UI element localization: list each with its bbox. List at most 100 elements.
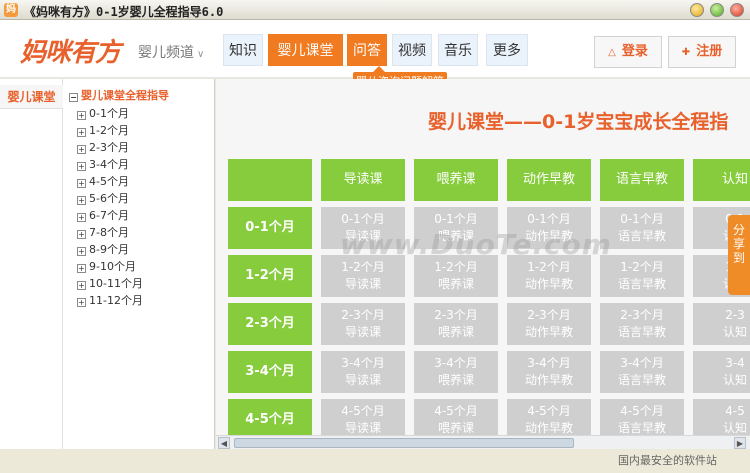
expand-icon[interactable]: + <box>77 111 86 120</box>
tree-root[interactable]: − 婴儿课堂全程指导 <box>69 87 169 103</box>
cell-course: 导读课 <box>344 373 381 387</box>
login-icon: △ <box>608 47 616 58</box>
expand-icon[interactable]: + <box>77 230 86 239</box>
tree-item[interactable]: +5-6个月 <box>77 190 129 206</box>
expand-icon[interactable]: + <box>77 213 86 222</box>
login-button[interactable]: △ 登录 <box>594 36 662 68</box>
tree-item-label: 9-10个月 <box>89 260 136 273</box>
nav-more[interactable]: 更多 <box>486 34 528 66</box>
cell-course: 语言早教 <box>617 229 666 243</box>
course-cell[interactable]: 1-2个月 喂养课 <box>414 255 498 297</box>
app-icon: 妈 <box>4 3 18 17</box>
expand-icon[interactable]: + <box>77 128 86 137</box>
tree-item-label: 6-7个月 <box>89 209 129 222</box>
course-cell[interactable]: 2-3个月 语言早教 <box>600 303 684 345</box>
course-cell[interactable]: 4-5个月 动作早教 <box>507 399 591 435</box>
minimize-button[interactable] <box>690 3 704 17</box>
course-cell[interactable]: 3-4个月 动作早教 <box>507 351 591 393</box>
tree-item[interactable]: +9-10个月 <box>77 258 136 274</box>
expand-icon[interactable]: + <box>77 145 86 154</box>
course-cell[interactable]: 1-2个月 导读课 <box>321 255 405 297</box>
corner-cell <box>228 159 312 201</box>
course-cell[interactable]: 3-4个月 语言早教 <box>600 351 684 393</box>
tree-item[interactable]: +0-1个月 <box>77 105 129 121</box>
course-cell[interactable]: 4-5 认知 <box>693 399 750 435</box>
expand-icon[interactable]: + <box>77 196 86 205</box>
scroll-thumb[interactable] <box>234 438 574 448</box>
tree-item[interactable]: +8-9个月 <box>77 241 129 257</box>
column-header: 动作早教 <box>507 159 591 201</box>
nav-music[interactable]: 音乐 <box>438 34 478 66</box>
nav-baby-class[interactable]: 婴儿课堂 <box>268 34 343 66</box>
scroll-left-icon[interactable]: ◀ <box>218 437 230 449</box>
cell-course: 动作早教 <box>524 373 573 387</box>
expand-icon[interactable]: + <box>77 247 86 256</box>
scroll-right-icon[interactable]: ▶ <box>734 437 746 449</box>
register-button[interactable]: ✚ 注册 <box>668 36 736 68</box>
course-cell[interactable]: 1-2个月 动作早教 <box>507 255 591 297</box>
course-cell[interactable]: 2-3个月 动作早教 <box>507 303 591 345</box>
tree-item[interactable]: +2-3个月 <box>77 139 129 155</box>
course-cell[interactable]: 4-5个月 语言早教 <box>600 399 684 435</box>
tree-item[interactable]: +4-5个月 <box>77 173 129 189</box>
expand-icon[interactable]: + <box>77 281 86 290</box>
row-header: 3-4个月 <box>228 351 312 393</box>
cell-course: 导读课 <box>344 277 381 291</box>
watermark: www.DuoTe.com <box>340 228 612 261</box>
cell-course: 喂养课 <box>437 421 474 435</box>
course-tree: − 婴儿课堂全程指导 +0-1个月 +1-2个月 +2-3个月 +3-4个月 +4… <box>63 79 215 449</box>
channel-selector[interactable]: 婴儿频道 ∨ <box>138 42 204 62</box>
nav-qa[interactable]: 问答 <box>347 34 387 66</box>
cell-course: 语言早教 <box>617 325 666 339</box>
course-cell[interactable]: 4-5个月 导读课 <box>321 399 405 435</box>
share-label: 分享到 <box>733 223 746 265</box>
cell-month: 4-5 <box>725 404 745 418</box>
tree-item-label: 2-3个月 <box>89 141 129 154</box>
course-cell[interactable]: 1-2个月 语言早教 <box>600 255 684 297</box>
logo[interactable]: 妈咪有方 <box>20 32 121 69</box>
cell-course: 认知 <box>722 421 747 435</box>
tree-item[interactable]: +1-2个月 <box>77 122 129 138</box>
horizontal-scrollbar[interactable]: ◀ ▶ <box>216 435 750 449</box>
tree-item[interactable]: +10-11个月 <box>77 275 143 291</box>
nav-knowledge[interactable]: 知识 <box>223 34 263 66</box>
collapse-icon[interactable]: − <box>69 93 78 102</box>
expand-icon[interactable]: + <box>77 179 86 188</box>
column-header: 导读课 <box>321 159 405 201</box>
row-header: 4-5个月 <box>228 399 312 435</box>
nav-video[interactable]: 视频 <box>392 34 432 66</box>
expand-icon[interactable]: + <box>77 298 86 307</box>
cell-month: 0-1个月 <box>527 212 571 226</box>
tab-baby-class[interactable]: 婴儿课堂 <box>0 85 63 109</box>
row-header: 2-3个月 <box>228 303 312 345</box>
cell-month: 1-2个月 <box>434 260 478 274</box>
expand-icon[interactable]: + <box>77 264 86 273</box>
column-header: 喂养课 <box>414 159 498 201</box>
course-cell[interactable]: 3-4个月 导读课 <box>321 351 405 393</box>
left-tab-strip: 婴儿课堂 <box>0 79 63 449</box>
tree-item[interactable]: +6-7个月 <box>77 207 129 223</box>
cell-course: 语言早教 <box>617 373 666 387</box>
course-cell[interactable]: 2-3 认知 <box>693 303 750 345</box>
column-header: 语言早教 <box>600 159 684 201</box>
course-cell[interactable]: 2-3个月 导读课 <box>321 303 405 345</box>
course-cell[interactable]: 2-3个月 喂养课 <box>414 303 498 345</box>
cell-course: 导读课 <box>344 421 381 435</box>
cell-month: 2-3个月 <box>341 308 385 322</box>
course-cell[interactable]: 4-5个月 喂养课 <box>414 399 498 435</box>
tree-item[interactable]: +7-8个月 <box>77 224 129 240</box>
page-title: 婴儿课堂——0-1岁宝宝成长全程指 <box>428 111 729 133</box>
maximize-button[interactable] <box>710 3 724 17</box>
cell-month: 3-4 <box>725 356 745 370</box>
cell-month: 2-3 <box>725 308 745 322</box>
close-button[interactable] <box>730 3 744 17</box>
course-cell[interactable]: 3-4个月 喂养课 <box>414 351 498 393</box>
course-cell[interactable]: 3-4 认知 <box>693 351 750 393</box>
tree-item[interactable]: +3-4个月 <box>77 156 129 172</box>
share-tab[interactable]: 分享到 <box>728 215 750 295</box>
tree-item[interactable]: +11-12个月 <box>77 292 143 308</box>
corner-watermark-text: 国内最安全的软件站 <box>618 454 717 467</box>
window-title: 《妈咪有方》0-1岁婴儿全程指导6.0 <box>24 5 224 19</box>
expand-icon[interactable]: + <box>77 162 86 171</box>
course-cell[interactable]: 0-1个月 语言早教 <box>600 207 684 249</box>
